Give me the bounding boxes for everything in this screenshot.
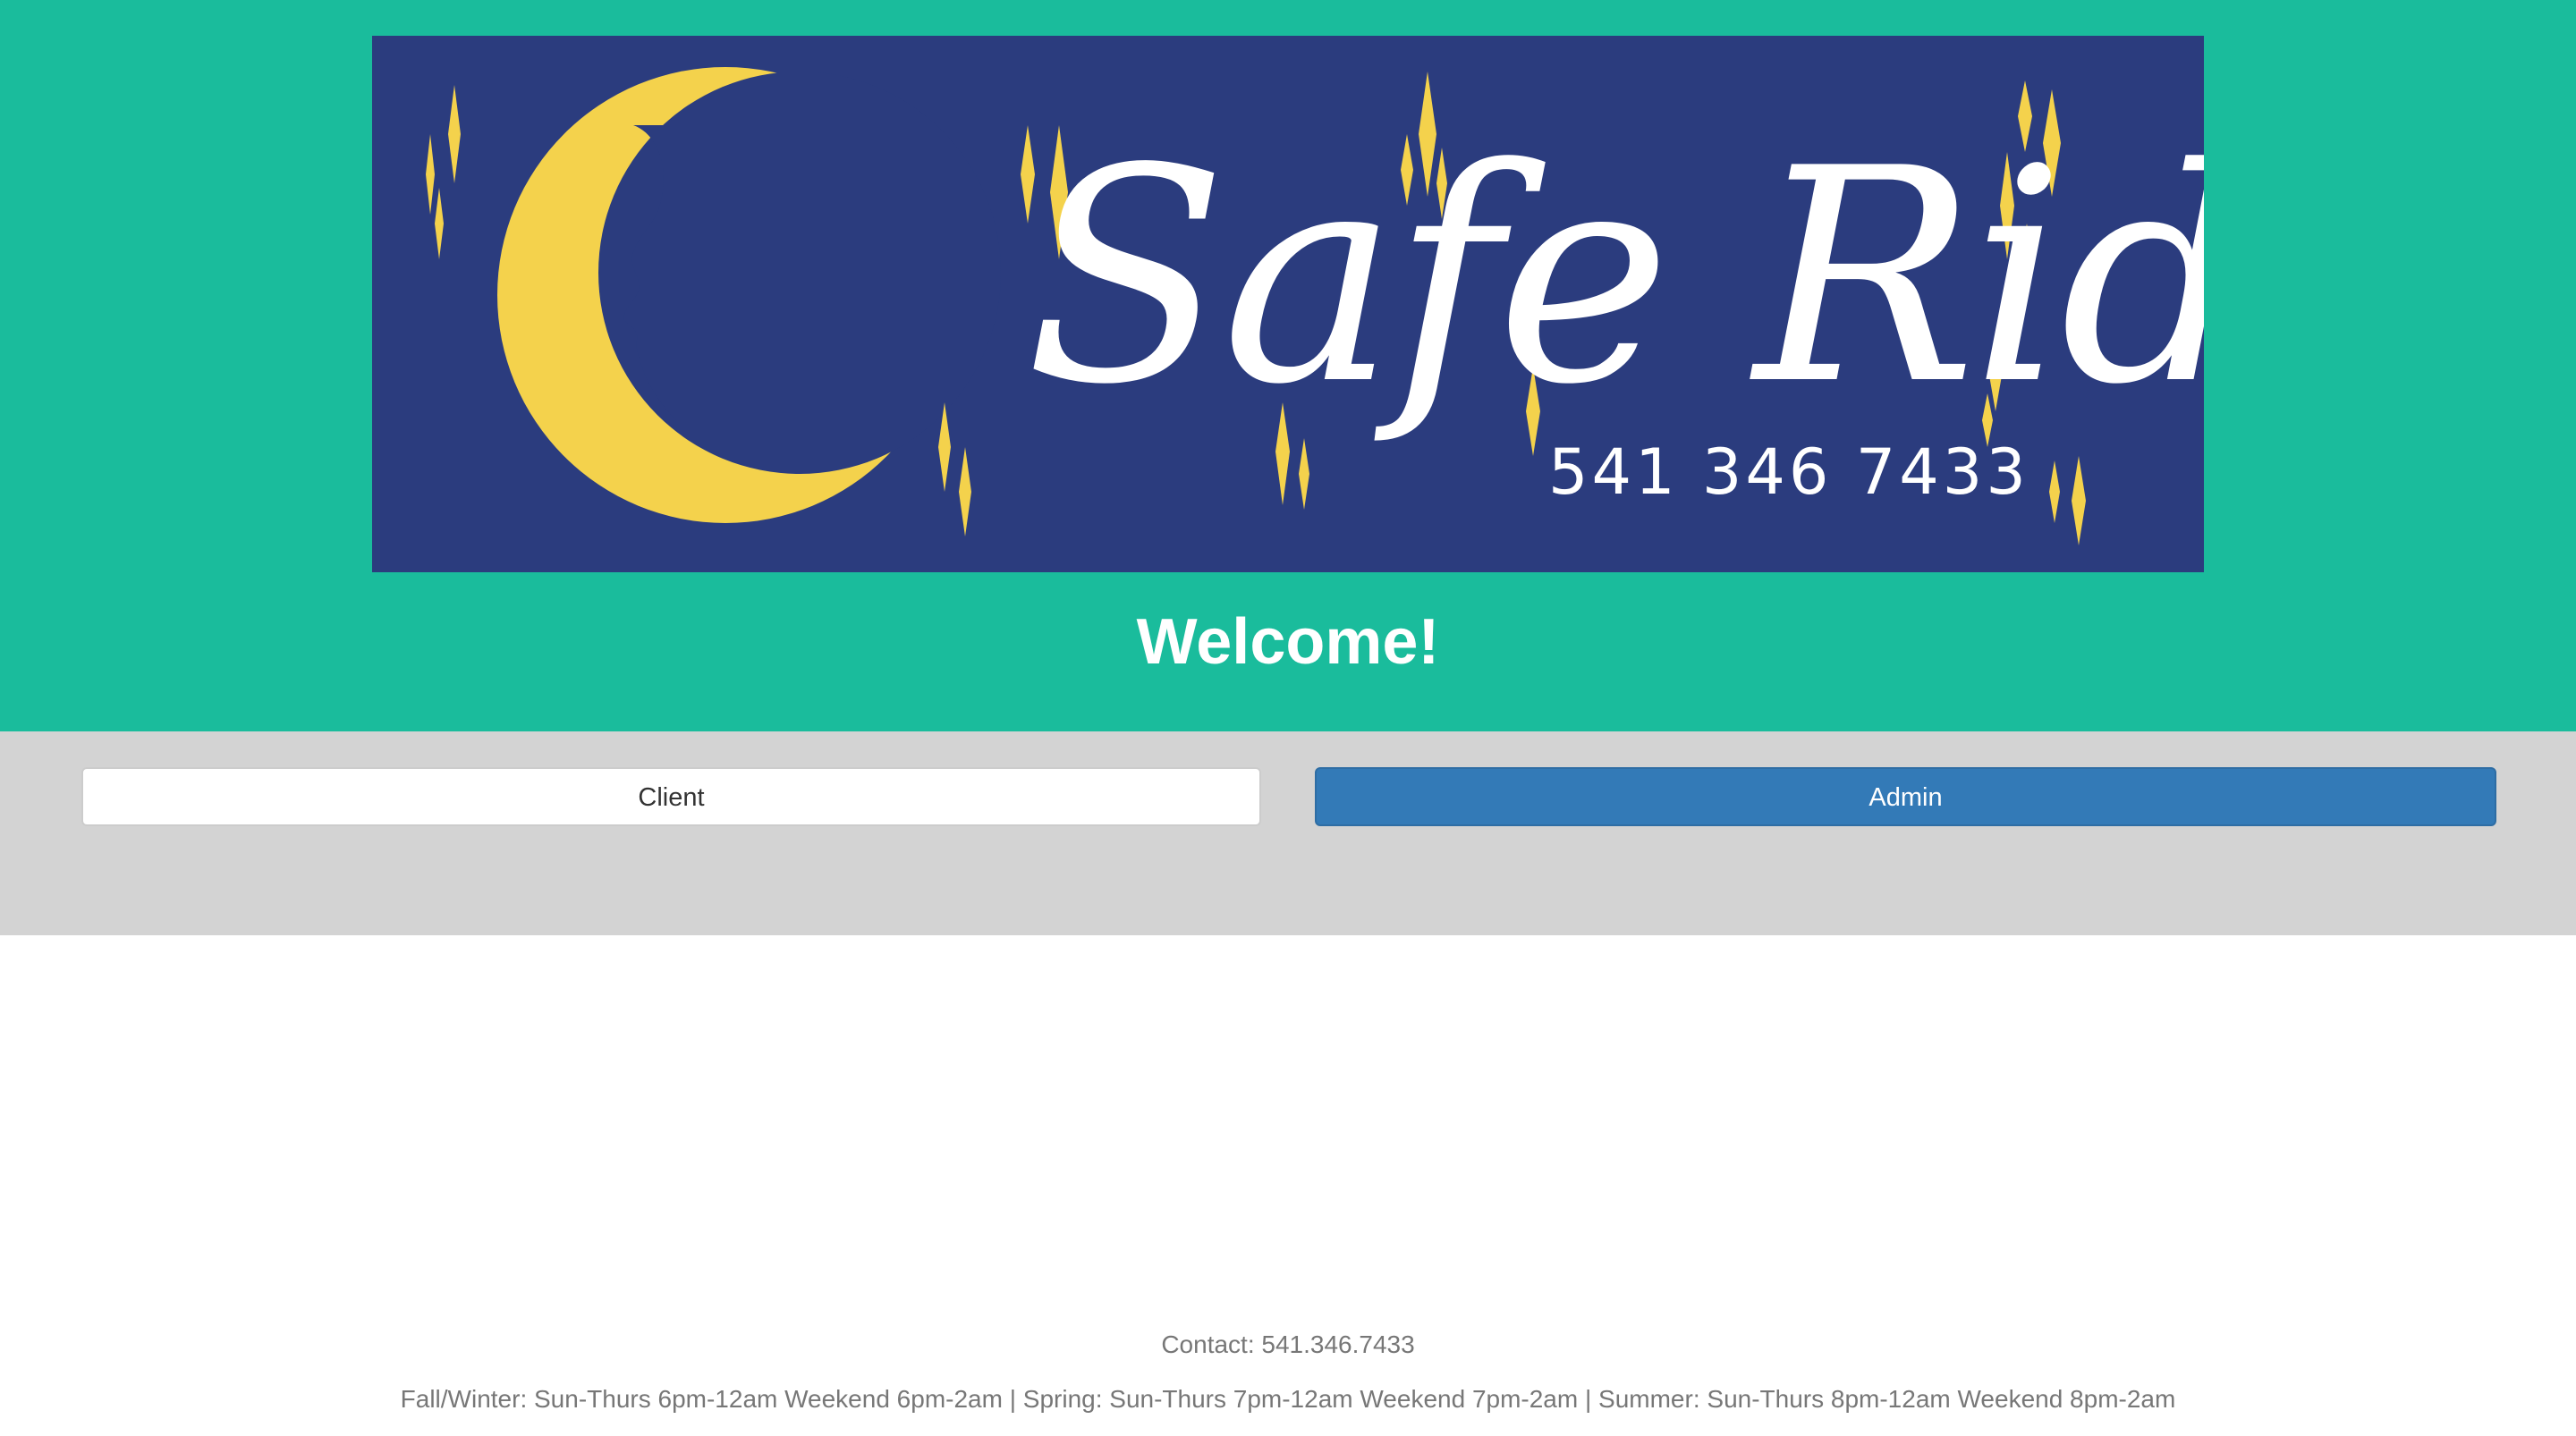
banner-title: Safe Ride [1025, 106, 2204, 449]
safe-ride-banner: Safe Ride 541 346 7433 [372, 36, 2204, 572]
role-selection-panel: Client Admin [0, 731, 2576, 935]
footer-contact: Contact: 541.346.7433 [1161, 1330, 1415, 1358]
header: Safe Ride 541 346 7433 Welcome! [0, 0, 2576, 731]
client-button[interactable]: Client [81, 767, 1261, 826]
welcome-heading: Welcome! [1136, 606, 1440, 678]
banner-phone-number: 541 346 7433 [1548, 435, 2029, 509]
crescent-moon-icon [497, 67, 1001, 523]
footer-hours: Fall/Winter: Sun-Thurs 6pm-12am Weekend … [400, 1385, 2176, 1413]
admin-button[interactable]: Admin [1315, 767, 2496, 826]
